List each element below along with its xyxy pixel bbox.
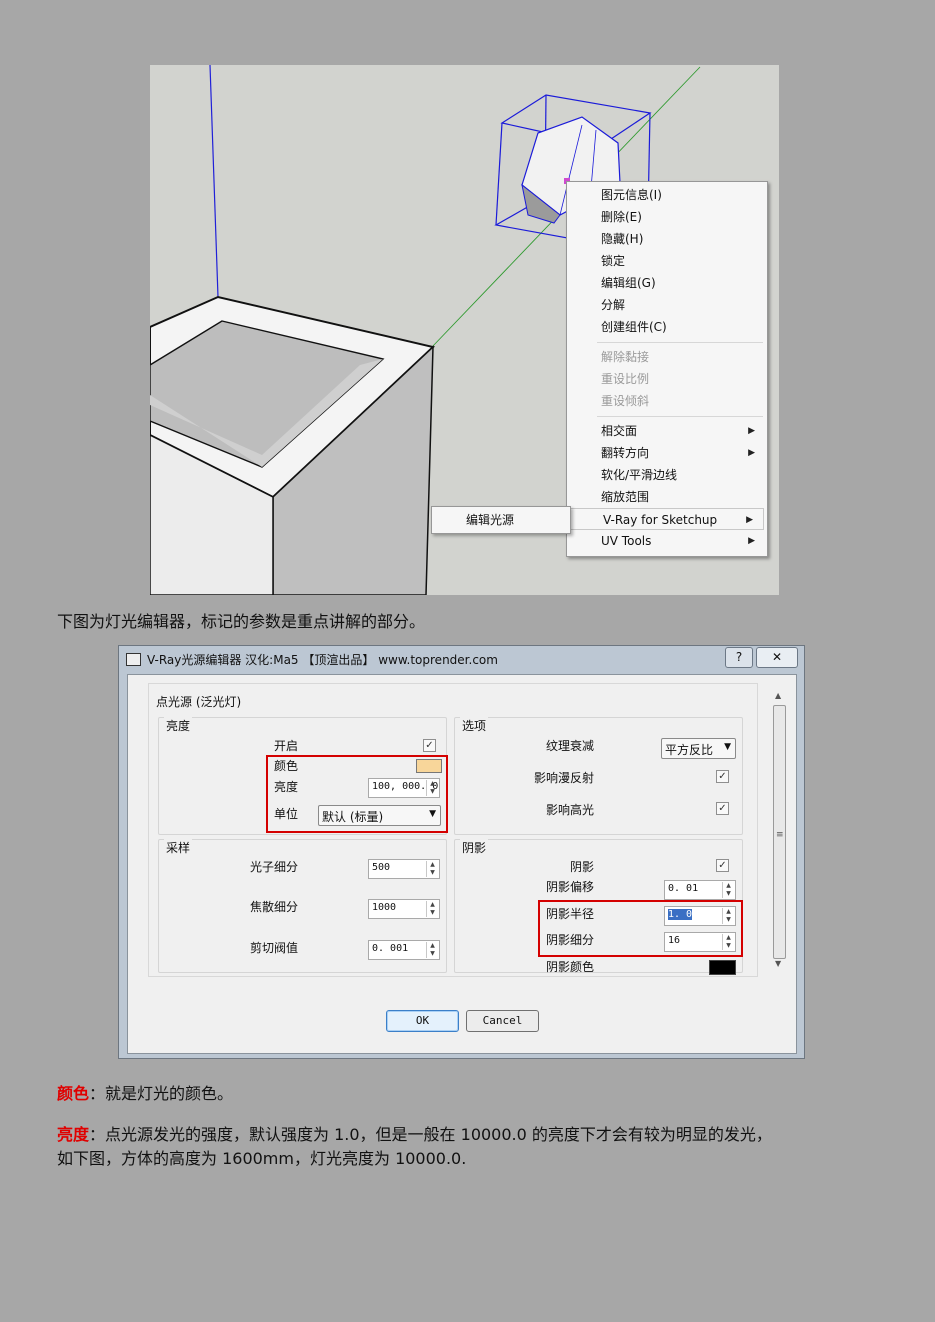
cutoff-label: 剪切阀值 [250, 941, 299, 955]
vertical-scrollbar[interactable]: ▲ ≡ ▼ [772, 691, 786, 971]
decay-label: 纹理衰减 [546, 739, 595, 753]
diffuse-label: 影响漫反射 [534, 771, 595, 785]
menu-item-zoom-extents[interactable]: 缩放范围 [567, 486, 765, 508]
photon-label: 光子细分 [250, 860, 299, 874]
specular-label: 影响高光 [546, 803, 595, 817]
color-keyword: 颜色 [57, 1084, 90, 1103]
menu-item-hide[interactable]: 隐藏(H) [567, 228, 765, 250]
bias-value: 0. 01 [668, 883, 699, 894]
shadow-group-title: 阴影 [460, 839, 489, 856]
brightness-paragraph: 亮度：点光源发光的强度，默认强度为 1.0，但是一般在 10000.0 的亮度下… [57, 1123, 887, 1171]
specular-checkbox[interactable]: ✓ [716, 802, 729, 815]
menu-item-lock[interactable]: 锁定 [567, 250, 765, 272]
menu-item-entity-info[interactable]: 图元信息(I) [567, 184, 765, 206]
menu-separator [597, 416, 763, 417]
menu-item-edit-light[interactable]: 编辑光源 [466, 507, 514, 533]
dialog-client: 点光源 (泛光灯) 亮度 开启 ✓ 颜色 亮度 100, 000. 0 ▲ ▼ 单… [127, 674, 797, 1054]
spin-buttons[interactable]: ▲ ▼ [722, 882, 734, 898]
menu-item-label: 翻转方向 [601, 446, 650, 460]
scroll-thumb[interactable]: ≡ [773, 705, 786, 959]
shadow-color-swatch[interactable] [709, 960, 736, 975]
shadow-label: 阴影 [570, 860, 595, 874]
decay-value: 平方反比 [665, 743, 714, 757]
menu-item-label: 软化/平滑边线 [601, 468, 678, 482]
cancel-button[interactable]: Cancel [466, 1010, 539, 1032]
diffuse-checkbox[interactable]: ✓ [716, 770, 729, 783]
cutoff-input[interactable]: 0. 001 ▲ ▼ [368, 940, 440, 960]
bias-input[interactable]: 0. 01 ▲ ▼ [664, 880, 736, 900]
color-paragraph: 颜色：就是灯光的颜色。 [57, 1082, 233, 1106]
highlight-box [538, 900, 743, 957]
menu-item-uv-tools[interactable]: UV Tools ▶ [567, 530, 765, 552]
on-label: 开启 [274, 739, 299, 753]
submenu-arrow-icon: ▶ [748, 426, 755, 436]
color-description: ：就是灯光的颜色。 [89, 1084, 234, 1103]
chevron-down-icon: ▼ [724, 742, 731, 752]
sketchup-viewport: 图元信息(I) 删除(E) 隐藏(H) 锁定 编辑组(G) 分解 创建组件(C)… [150, 65, 779, 595]
photon-input[interactable]: 500 ▲ ▼ [368, 859, 440, 879]
shadow-color-label: 阴影颜色 [546, 960, 595, 974]
caustic-value: 1000 [372, 902, 397, 913]
menu-item-make-component[interactable]: 创建组件(C) [567, 316, 765, 338]
menu-item-vray[interactable]: V-Ray for Sketchup ▶ [568, 508, 764, 530]
brightness-group-title: 亮度 [164, 717, 193, 734]
grip-icon: ≡ [776, 830, 784, 840]
dialog-title: V-Ray光源编辑器 汉化:Ma5 【顶渲出品】 www.toprender.c… [147, 653, 498, 667]
menu-item-soften-edges[interactable]: 软化/平滑边线 [567, 464, 765, 486]
bias-label: 阴影偏移 [546, 880, 595, 894]
submenu-arrow-icon: ▶ [746, 515, 753, 525]
caustic-input[interactable]: 1000 ▲ ▼ [368, 899, 440, 919]
scroll-up-icon[interactable]: ▲ [775, 691, 781, 700]
vray-light-editor-dialog: V-Ray光源编辑器 汉化:Ma5 【顶渲出品】 www.toprender.c… [118, 645, 805, 1059]
help-button[interactable]: ? [725, 647, 753, 668]
window-icon [126, 653, 141, 666]
menu-item-label: UV Tools [601, 534, 652, 548]
menu-item-label: 相交面 [601, 424, 638, 438]
scroll-down-icon[interactable]: ▼ [775, 959, 781, 968]
on-checkbox[interactable]: ✓ [423, 739, 436, 752]
spin-buttons[interactable]: ▲ ▼ [426, 901, 438, 917]
options-group [454, 717, 743, 835]
submenu-arrow-icon: ▶ [748, 448, 755, 458]
cutoff-value: 0. 001 [372, 943, 409, 954]
point-light-group-title: 点光源 (泛光灯) [154, 693, 244, 710]
options-group-title: 选项 [460, 717, 489, 734]
brightness-description-2: 如下图，方体的高度为 1600mm，灯光亮度为 10000.0. [57, 1149, 467, 1168]
submenu-arrow-icon: ▶ [748, 536, 755, 546]
spin-buttons[interactable]: ▲ ▼ [426, 861, 438, 877]
menu-item-unglue: 解除黏接 [601, 350, 650, 364]
caustic-label: 焦散细分 [250, 900, 299, 914]
menu-item-label: V-Ray for Sketchup [603, 513, 718, 527]
menu-item-explode[interactable]: 分解 [567, 294, 765, 316]
menu-item-delete[interactable]: 删除(E) [567, 206, 765, 228]
highlight-box [266, 755, 448, 833]
spin-buttons[interactable]: ▲ ▼ [426, 942, 438, 958]
close-button[interactable]: ✕ [756, 647, 798, 668]
ok-button[interactable]: OK [386, 1010, 459, 1032]
menu-item-reset-scale: 重设比例 [601, 372, 650, 386]
brightness-description-1: ：点光源发光的强度，默认强度为 1.0，但是一般在 10000.0 的亮度下才会… [89, 1125, 772, 1144]
menu-item-reverse-faces[interactable]: 翻转方向 ▶ [567, 442, 765, 464]
menu-separator [597, 342, 763, 343]
photon-value: 500 [372, 862, 391, 873]
menu-item-intersect[interactable]: 相交面 ▶ [567, 420, 765, 442]
caption: 下图为灯光编辑器，标记的参数是重点讲解的部分。 [57, 612, 426, 631]
shadow-checkbox[interactable]: ✓ [716, 859, 729, 872]
menu-item-edit-group[interactable]: 编辑组(G) [567, 272, 765, 294]
context-menu: 图元信息(I) 删除(E) 隐藏(H) 锁定 编辑组(G) 分解 创建组件(C)… [566, 181, 768, 557]
decay-select[interactable]: 平方反比 ▼ [661, 738, 736, 759]
dialog-titlebar: V-Ray光源编辑器 汉化:Ma5 【顶渲出品】 www.toprender.c… [119, 646, 804, 672]
menu-item-reset-skew: 重设倾斜 [601, 394, 650, 408]
menu-item-label: 缩放范围 [601, 490, 650, 504]
sampling-group-title: 采样 [164, 839, 193, 856]
vray-submenu: 编辑光源 [431, 506, 571, 534]
brightness-keyword: 亮度 [57, 1125, 90, 1144]
